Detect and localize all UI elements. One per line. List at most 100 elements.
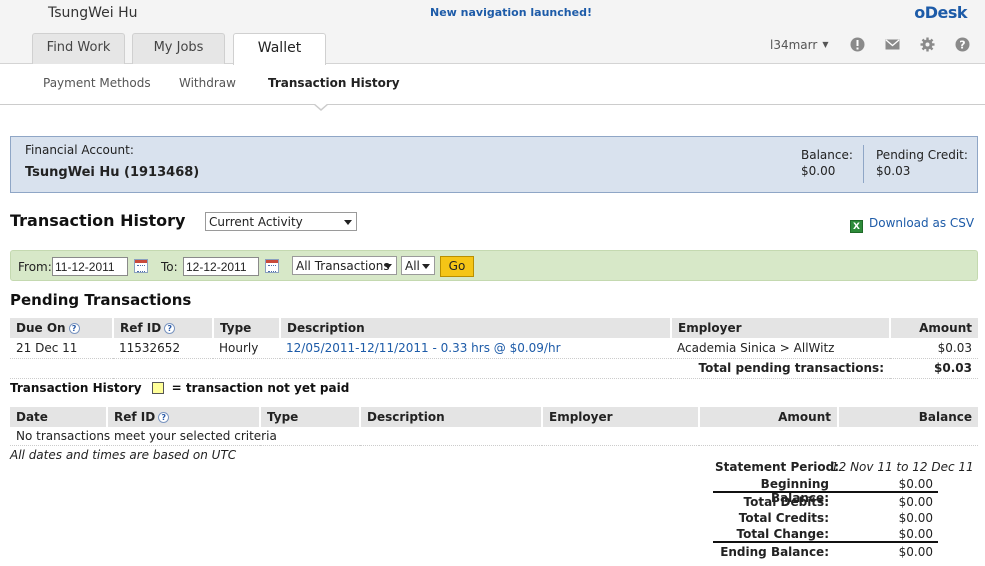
chevron-down-icon: ▼ [822,40,829,49]
calendar-icon[interactable] [134,259,148,273]
column-header[interactable]: Type [260,407,361,427]
due-on-cell: 21 Dec 11 [10,338,113,359]
table-header-row: Due On? Ref ID? Type Description Employe… [10,318,978,338]
transaction-type-value: All Transactions [296,259,390,273]
table-row: 21 Dec 11 11532652 Hourly 12/05/2011-12/… [10,338,978,359]
activity-view-value: Current Activity [209,215,303,229]
total-row: Total pending transactions: $0.03 [10,358,978,379]
pending-credit-block: Pending Credit: $0.03 [876,147,968,179]
subnav-withdraw[interactable]: Withdraw [179,76,236,90]
column-header[interactable]: Description [280,318,672,338]
legend-text: = transaction not yet paid [171,381,350,395]
help-icon[interactable]: ? [164,323,176,334]
transaction-type-select[interactable]: All Transactions [292,256,397,275]
total-change-label: Total Change: [736,527,829,541]
all-filter-value: All [405,259,420,273]
excel-icon: X [850,220,863,233]
total-credits-label: Total Credits: [738,511,829,525]
amount-cell: $0.03 [890,338,978,359]
table-header-row: Date Ref ID? Type Description Employer A… [10,407,978,427]
ending-balance-label: Ending Balance: [720,545,829,559]
top-header: TsungWei Hu New navigation launched! oDe… [0,0,985,65]
mail-icon[interactable] [885,37,900,52]
total-debits-label: Total Debits: [743,495,829,509]
from-date-input[interactable] [52,257,128,276]
activity-view-select[interactable]: Current Activity [205,212,357,231]
page-title: Transaction History [10,211,186,230]
dropdown-arrow-icon [384,264,392,269]
column-header[interactable]: Employer [542,407,700,427]
user-name: TsungWei Hu [48,5,138,21]
total-debits-value: $0.00 [898,495,933,509]
financial-account-panel: Financial Account: TsungWei Hu (1913468)… [10,136,978,193]
column-header[interactable]: Due On? [10,318,114,338]
column-header[interactable]: Balance [838,407,978,427]
legend-title: Transaction History [10,381,142,395]
calendar-icon[interactable] [265,259,279,273]
balance-value: $0.00 [801,164,836,178]
svg-text:?: ? [959,39,965,52]
navigation-notice-link[interactable]: New navigation launched! [430,6,592,19]
help-icon[interactable]: ? [68,323,80,334]
download-csv-label: Download as CSV [869,216,975,230]
username-label: l34marr [770,38,818,52]
total-pending-value: $0.03 [890,358,978,379]
to-date-input[interactable] [183,257,259,276]
unpaid-swatch [151,382,164,394]
balance-label: Balance: [801,148,853,162]
from-label: From: [18,260,52,274]
go-button[interactable]: Go [440,256,474,277]
active-subnav-pointer [313,103,329,111]
statement-divider [713,491,938,493]
transactions-table: Date Ref ID? Type Description Employer A… [10,407,978,446]
column-header[interactable]: Ref ID? [107,407,261,427]
to-label: To: [161,260,178,274]
download-csv-link[interactable]: X Download as CSV [850,216,974,233]
column-header[interactable]: Amount [699,407,839,427]
total-pending-label: Total pending transactions: [10,358,890,379]
tab-find-work[interactable]: Find Work [32,33,125,64]
column-header[interactable]: Type [213,318,281,338]
column-header[interactable]: Description [360,407,543,427]
column-header[interactable]: Amount [890,318,978,338]
pending-transactions-title: Pending Transactions [10,291,192,309]
subnav-transaction-history[interactable]: Transaction History [268,76,400,90]
total-change-value: $0.00 [898,527,933,541]
dropdown-arrow-icon [344,220,352,225]
ref-id-cell: 11532652 [113,338,213,359]
column-header[interactable]: Employer [671,318,891,338]
table-row: No transactions meet your selected crite… [10,427,978,446]
ending-balance-value: $0.00 [898,545,933,559]
user-menu[interactable]: l34marr ▼ [770,38,828,52]
pending-credit-label: Pending Credit: [876,148,968,162]
alert-icon[interactable] [850,37,865,52]
utc-note: All dates and times are based on UTC [10,448,237,462]
date-filter-bar: From: To: All Transactions All Go [10,250,978,281]
column-header[interactable]: Date [10,407,108,427]
total-credits-value: $0.00 [898,511,933,525]
statement-divider [713,541,938,543]
description-link[interactable]: 12/05/2011-12/11/2011 - 0.33 hrs @ $0.09… [280,338,671,359]
transaction-history-legend: Transaction History = transaction not yet… [10,381,349,395]
employer-cell: Academia Sinica > AllWitz [671,338,890,359]
help-icon[interactable]: ? [955,37,970,52]
all-filter-select[interactable]: All [401,256,435,275]
type-cell: Hourly [213,338,280,359]
balance-block: Balance: $0.00 [801,147,853,179]
pending-credit-value: $0.03 [876,164,911,178]
subnav-payment-methods[interactable]: Payment Methods [43,76,151,90]
financial-account-name: TsungWei Hu (1913468) [25,165,200,180]
statement-period-label: Statement Period: [715,460,840,474]
empty-message: No transactions meet your selected crite… [10,427,978,446]
beginning-balance-value: $0.00 [898,477,933,491]
dropdown-arrow-icon [422,264,430,269]
gear-icon[interactable] [920,37,935,52]
financial-account-label: Financial Account: [25,143,134,157]
pending-transactions-table: Due On? Ref ID? Type Description Employe… [10,318,978,379]
column-header[interactable]: Ref ID? [113,318,214,338]
odesk-logo[interactable]: oDesk [914,3,967,22]
balance-divider [863,145,864,183]
tab-wallet[interactable]: Wallet [233,33,326,65]
help-icon[interactable]: ? [158,412,170,423]
tab-my-jobs[interactable]: My Jobs [132,33,225,64]
